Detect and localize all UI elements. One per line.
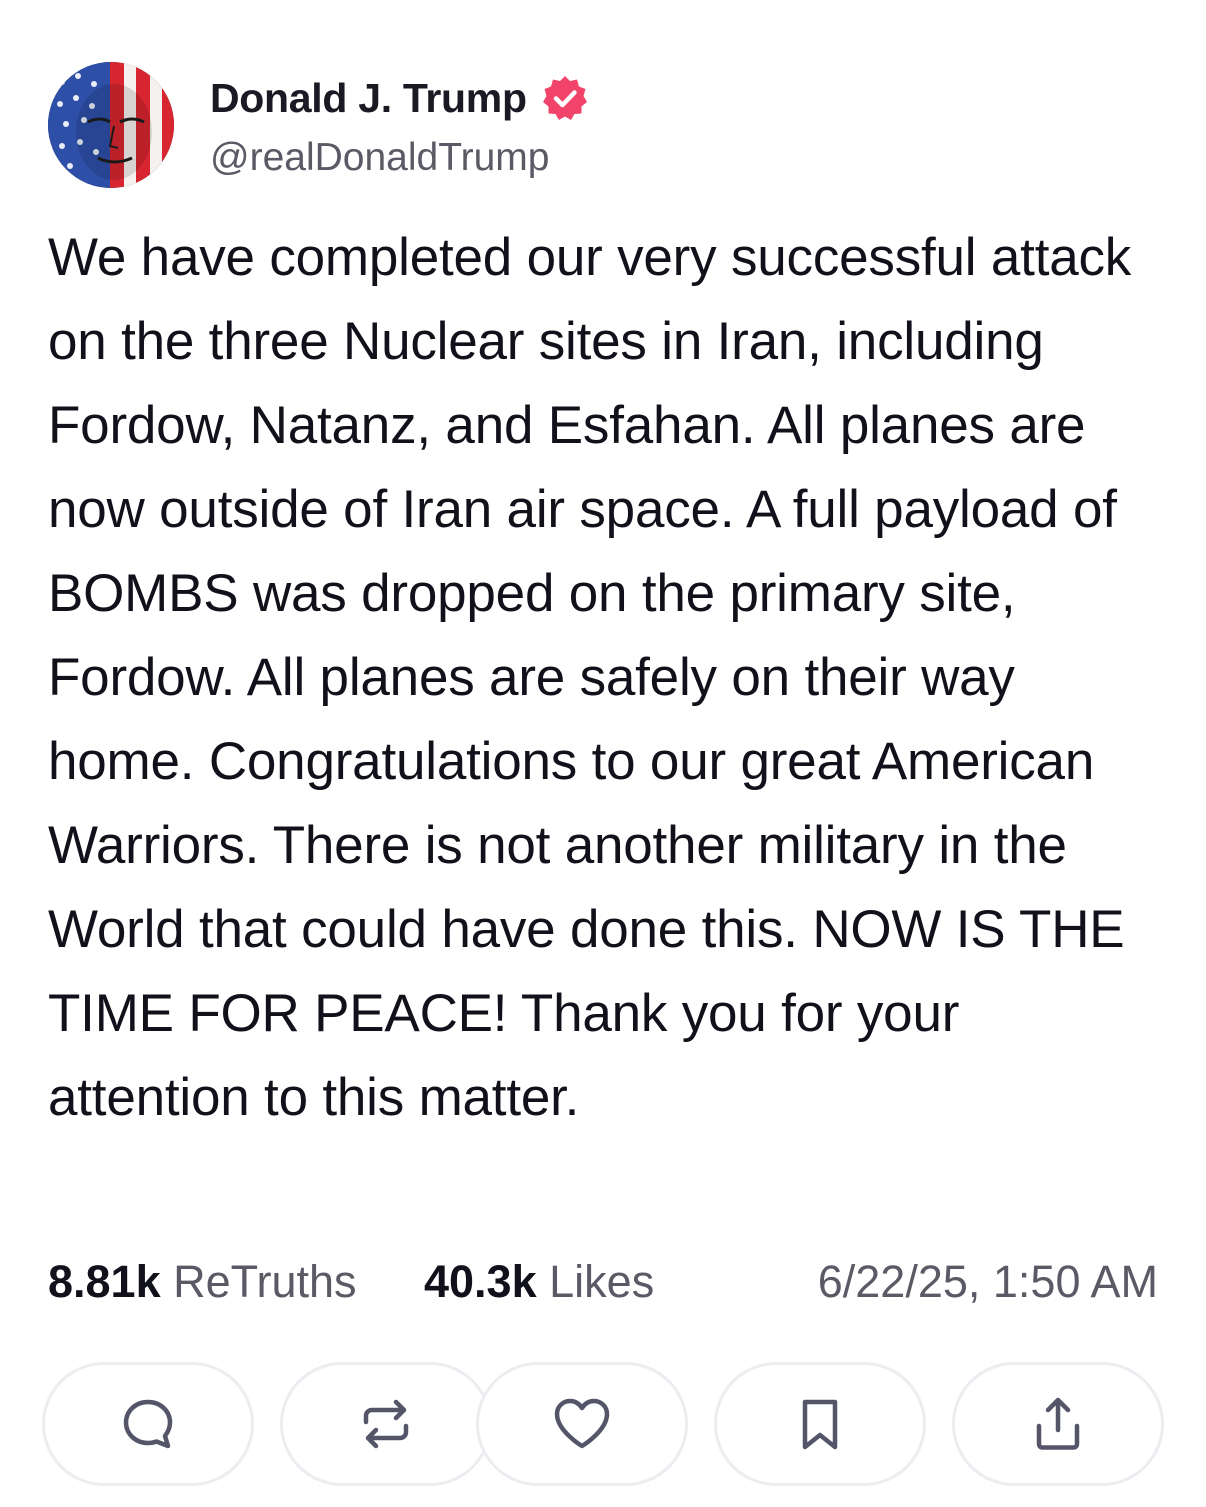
post-body-text: We have completed our very successful at…: [48, 228, 1132, 1127]
avatar-image: [48, 62, 174, 188]
repost-arrows-icon: [363, 1399, 409, 1449]
retruths-label: ReTruths: [173, 1256, 357, 1307]
likes-count: 40.3k: [424, 1256, 537, 1307]
bookmark-icon: [802, 1399, 838, 1450]
truth-post: Donald J. Trump @realDonaldTrump We have…: [0, 0, 1206, 1507]
author-name-row: Donald J. Trump: [210, 70, 589, 126]
avatar[interactable]: [48, 62, 174, 188]
like-button[interactable]: [476, 1362, 688, 1486]
likes-label: Likes: [549, 1256, 655, 1307]
retruths-count: 8.81k: [48, 1256, 161, 1307]
likes-stat[interactable]: 40.3k Likes: [424, 1256, 654, 1308]
post-timestamp: 6/22/25, 1:50 AM: [817, 1256, 1158, 1307]
bookmark-button[interactable]: [714, 1362, 926, 1486]
author-handle[interactable]: @realDonaldTrump: [210, 136, 549, 180]
post-stats: 8.81k ReTruths 40.3k Likes 6/22/25, 1:50…: [48, 1256, 1158, 1312]
heart-icon: [554, 1398, 610, 1449]
speech-bubble-icon: [123, 1399, 173, 1449]
retruth-button[interactable]: [280, 1362, 492, 1486]
author-display-name[interactable]: Donald J. Trump: [210, 75, 527, 122]
reply-button[interactable]: [42, 1362, 254, 1486]
retruths-stat[interactable]: 8.81k ReTruths: [48, 1256, 357, 1308]
share-upload-icon: [1036, 1397, 1080, 1450]
verified-badge-icon: [541, 74, 589, 122]
action-bar: [42, 1362, 1164, 1490]
share-button[interactable]: [952, 1362, 1164, 1486]
